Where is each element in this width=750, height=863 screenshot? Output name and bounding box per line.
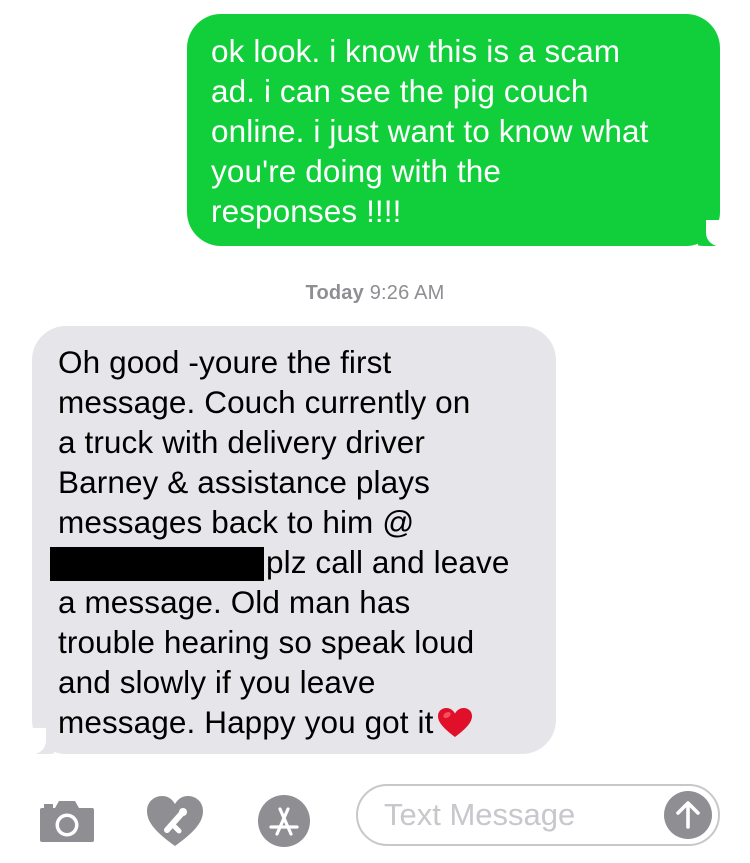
digital-touch-button[interactable] [140, 786, 210, 856]
bubble-tail [20, 728, 54, 754]
message-timestamp: Today 9:26 AM [0, 282, 750, 305]
message-line-text: plz call and leave [266, 544, 510, 580]
arrow-up-icon [676, 801, 700, 829]
heart-touch-icon [147, 796, 203, 846]
messages-screen: ok look. i know this is a scam ad. i can… [0, 0, 750, 863]
message-line: responses !!!! [211, 193, 402, 229]
message-line: you're doing with the [211, 153, 502, 189]
message-line-with-emoji: message. Happy you got it [58, 702, 546, 742]
red-heart-icon [438, 708, 473, 737]
bubble-tail [698, 220, 732, 246]
message-line-text: message. Happy you got it [58, 704, 434, 740]
redacted-phone-number [50, 547, 264, 581]
message-line: message. Couch currently on [58, 384, 471, 420]
message-line: ok look. i know this is a scam [211, 33, 621, 69]
timestamp-day: Today [305, 282, 364, 304]
message-line: trouble hearing so speak loud [58, 624, 475, 660]
message-line: a truck with delivery driver [58, 424, 425, 460]
message-line: online. i just want to know what [211, 113, 649, 149]
message-line: and slowly if you leave [58, 664, 376, 700]
message-line: Barney & assistance plays [58, 464, 430, 500]
incoming-message-bubble[interactable]: Oh good -youre the first message. Couch … [20, 326, 556, 754]
send-button[interactable] [664, 791, 712, 839]
timestamp-time: 9:26 AM [369, 282, 445, 304]
camera-icon [40, 801, 94, 842]
message-input-container[interactable] [356, 784, 720, 846]
message-line: Oh good -youre the first [58, 344, 392, 380]
message-compose-toolbar [0, 778, 750, 863]
message-line: a message. Old man has [58, 584, 411, 620]
message-input[interactable] [384, 794, 644, 836]
camera-button[interactable] [32, 786, 102, 856]
message-line: messages back to him @ [58, 504, 415, 540]
apps-button[interactable] [249, 786, 319, 856]
message-line: ad. i can see the pig couch [211, 73, 589, 109]
outgoing-message-bubble[interactable]: ok look. i know this is a scam ad. i can… [187, 14, 732, 246]
app-store-icon [258, 795, 310, 847]
message-line-redacted: plz call and leave [50, 542, 546, 582]
